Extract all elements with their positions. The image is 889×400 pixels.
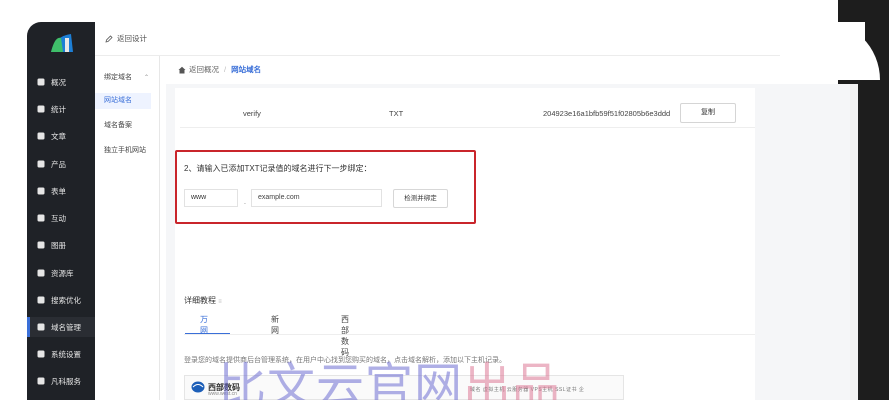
breadcrumb-home-link[interactable]: 返回概况 bbox=[189, 64, 219, 75]
form-icon bbox=[37, 187, 45, 195]
tutorial-title: 详细教程 ≡ bbox=[184, 295, 222, 306]
breadcrumb-separator: / bbox=[224, 65, 227, 74]
submenu-site-domain[interactable]: 网站域名 bbox=[95, 93, 151, 109]
sidebar-item-4[interactable]: 表单 bbox=[27, 181, 95, 201]
dns-value: 204923e16a1bfb59f51f02805b6e3ddd bbox=[543, 109, 671, 118]
submenu-panel: 绑定域名 ⌃ 网站域名 域名备案 独立手机网站 bbox=[95, 22, 160, 400]
bind-step-title: 2、请输入已添加TXT记录值的域名进行下一步绑定： bbox=[184, 164, 372, 173]
diamond-icon bbox=[37, 377, 45, 385]
tutorial-title-label: 详细教程 bbox=[184, 296, 216, 305]
home-icon bbox=[178, 66, 186, 73]
sidebar-item-8[interactable]: 搜索优化 bbox=[27, 290, 95, 310]
submenu-item-label: 独立手机网站 bbox=[104, 147, 146, 154]
product-icon bbox=[37, 160, 45, 168]
watermark-tail: 出品 bbox=[463, 358, 562, 400]
domain-dot: . bbox=[244, 199, 246, 206]
sidebar-item-10[interactable]: 系统设置 bbox=[27, 344, 95, 364]
breadcrumb-current: 网站域名 bbox=[231, 65, 262, 74]
gear-icon bbox=[37, 350, 45, 358]
sidebar-item-label: 系统设置 bbox=[51, 349, 81, 359]
album-icon bbox=[37, 241, 45, 249]
scrollbar[interactable] bbox=[850, 84, 858, 400]
domain-icon bbox=[37, 323, 45, 331]
sidebar-item-6[interactable]: 图册 bbox=[27, 235, 95, 255]
sidebar-item-label: 概况 bbox=[51, 77, 66, 87]
domain-input[interactable]: example.com bbox=[251, 189, 382, 207]
sidebar-item-11[interactable]: 凡科服务 bbox=[27, 371, 95, 391]
sidebar-item-label: 文章 bbox=[51, 131, 66, 141]
submenu-item-label: 绑定域名 bbox=[104, 74, 132, 81]
dns-type: TXT bbox=[389, 109, 404, 118]
sidebar-item-label: 凡科服务 bbox=[51, 376, 81, 386]
sidebar-item-3[interactable]: 产品 bbox=[27, 154, 95, 174]
sidebar-item-label: 图册 bbox=[51, 240, 66, 250]
dns-record-row: verify TXT 204923e16a1bfb59f51f02805b6e3… bbox=[180, 100, 755, 128]
stats-icon bbox=[37, 105, 45, 113]
collapse-icon[interactable]: ≡ bbox=[218, 299, 222, 305]
back-to-design-label: 返回设计 bbox=[117, 34, 147, 43]
tab-xinwang[interactable]: 新网 bbox=[271, 314, 279, 336]
west-logo-icon bbox=[191, 381, 205, 393]
watermark: 比文云官网出品 bbox=[218, 346, 561, 400]
sidebar-item-0[interactable]: 概况 bbox=[27, 72, 95, 92]
sidebar-item-5[interactable]: 互动 bbox=[27, 208, 95, 228]
bind-domain-box bbox=[175, 150, 476, 224]
submenu-item-label: 域名备案 bbox=[104, 122, 132, 129]
submenu-bind-domain[interactable]: 绑定域名 ⌃ bbox=[95, 70, 159, 86]
article-icon bbox=[37, 132, 45, 140]
back-to-design-link[interactable]: 返回设计 bbox=[105, 33, 147, 44]
submenu-item-label: 网站域名 bbox=[104, 97, 132, 104]
chat-icon bbox=[37, 214, 45, 222]
sidebar-item-2[interactable]: 文章 bbox=[27, 126, 95, 146]
home-icon bbox=[37, 78, 45, 86]
sidebar-item-9[interactable]: 域名管理 bbox=[27, 317, 95, 337]
sidebar-item-label: 域名管理 bbox=[51, 322, 81, 332]
watermark-main: 比文云官网 bbox=[218, 358, 464, 400]
sidebar-item-label: 产品 bbox=[51, 159, 66, 169]
sidebar-item-label: 互动 bbox=[51, 213, 66, 223]
check-and-bind-button[interactable]: 检测并绑定 bbox=[393, 189, 448, 208]
domain-prefix-input[interactable]: www bbox=[184, 189, 238, 207]
tabs-divider bbox=[184, 334, 755, 335]
logo-icon bbox=[51, 34, 73, 52]
sidebar-item-1[interactable]: 统计 bbox=[27, 99, 95, 119]
sidebar-item-label: 表单 bbox=[51, 186, 66, 196]
active-indicator bbox=[27, 317, 30, 337]
submenu-domain-record[interactable]: 域名备案 bbox=[95, 118, 159, 134]
pencil-icon bbox=[105, 34, 113, 43]
sidebar-item-label: 搜索优化 bbox=[51, 295, 81, 305]
sidebar: 概况统计文章产品表单互动图册资源库搜索优化域名管理系统设置凡科服务 bbox=[27, 22, 95, 400]
chevron-down-icon: ⌃ bbox=[143, 75, 149, 81]
sidebar-item-7[interactable]: 资源库 bbox=[27, 263, 95, 283]
active-tab-underline bbox=[185, 333, 230, 334]
dns-host: verify bbox=[243, 109, 261, 118]
top-bar: 返回设计 bbox=[95, 22, 865, 56]
library-icon bbox=[37, 269, 45, 277]
seo-icon bbox=[37, 296, 45, 304]
submenu-mobile-site[interactable]: 独立手机网站 bbox=[95, 143, 159, 159]
sidebar-item-label: 资源库 bbox=[51, 268, 74, 278]
breadcrumb: 返回概况 / 网站域名 bbox=[178, 64, 261, 75]
copy-button[interactable]: 复制 bbox=[680, 103, 736, 123]
sidebar-item-label: 统计 bbox=[51, 104, 66, 114]
